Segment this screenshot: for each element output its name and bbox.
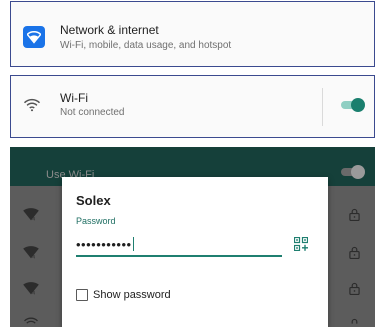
wifi-toggle[interactable]	[341, 98, 365, 112]
network-internet-card[interactable]: Network & internet Wi-Fi, mobile, data u…	[10, 1, 375, 67]
qr-code-scan-icon[interactable]	[293, 236, 309, 256]
wifi-password-dialog: Solex Password ••••••••••• Show password	[62, 177, 328, 327]
password-dots: •••••••••••	[76, 237, 132, 252]
show-password-checkbox[interactable]	[76, 289, 88, 301]
network-internet-title: Network & internet	[60, 23, 159, 37]
lock-icon	[349, 318, 360, 327]
wifi-title: Wi-Fi	[60, 91, 88, 105]
password-value[interactable]: •••••••••••	[76, 237, 135, 252]
show-password-option[interactable]: Show password	[76, 289, 171, 301]
lock-icon	[349, 282, 360, 300]
wifi-status: Not connected	[60, 107, 125, 118]
svg-text:4: 4	[32, 216, 35, 221]
network-internet-subtitle: Wi-Fi, mobile, data usage, and hotspot	[60, 40, 232, 51]
use-wifi-toggle[interactable]	[341, 165, 365, 179]
divider	[322, 88, 323, 126]
wifi-icon	[23, 26, 45, 48]
password-input[interactable]: •••••••••••	[76, 233, 282, 257]
show-password-label: Show password	[93, 289, 171, 301]
wifi-signal-icon: 4	[23, 208, 39, 226]
svg-text:4: 4	[32, 254, 35, 259]
wifi-card[interactable]: Wi-Fi Not connected	[10, 75, 375, 138]
dialog-title: Solex	[76, 193, 111, 208]
wifi-signal-icon: 4	[23, 282, 39, 300]
wifi-signal-icon: 4	[23, 246, 39, 264]
lock-icon	[349, 208, 360, 226]
wifi-signal-icon	[23, 317, 39, 327]
lock-icon	[349, 246, 360, 264]
password-label: Password	[76, 216, 116, 226]
wifi-outline-icon	[23, 98, 41, 117]
svg-text:4: 4	[32, 290, 35, 295]
text-caret	[132, 237, 135, 251]
